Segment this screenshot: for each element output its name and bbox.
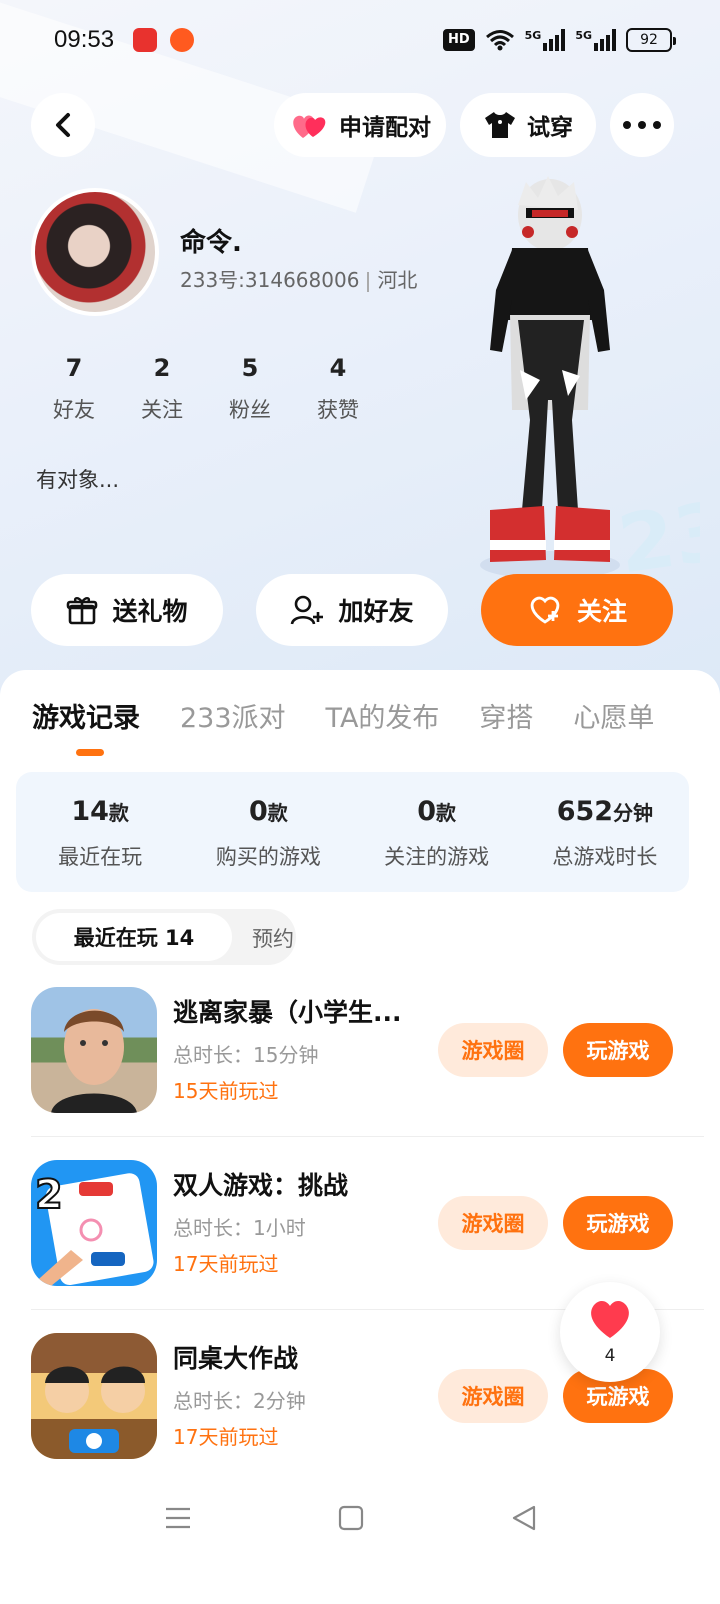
subtab-reserve[interactable]: 预约 — [252, 923, 294, 953]
follow-button[interactable]: 关注 — [481, 574, 673, 646]
tshirt-icon — [485, 112, 515, 138]
divider — [31, 1136, 704, 1137]
app-notification-icon-2 — [170, 28, 194, 52]
hd-icon: HD — [442, 29, 475, 51]
more-options-button[interactable] — [610, 93, 674, 157]
stat-friends[interactable]: 7 好友 — [30, 354, 118, 424]
tab-game-records[interactable]: 游戏记录 — [32, 696, 140, 735]
game-icon-escape — [31, 987, 157, 1113]
add-user-icon — [291, 595, 324, 625]
profile-bio: 有对象... — [36, 468, 120, 492]
app-notification-icon — [133, 28, 157, 52]
summary-total-time[interactable]: 652分钟 总游戏时长 — [521, 772, 689, 892]
stat-likes[interactable]: 4 获赞 — [294, 354, 382, 424]
more-dots-icon — [623, 121, 661, 129]
game-last-played: 17天前玩过 — [173, 1425, 279, 1449]
profile-stats: 7 好友 2 关注 5 粉丝 4 获赞 — [30, 354, 382, 424]
game-duration: 总时长：15分钟 — [173, 1043, 319, 1067]
stat-following[interactable]: 2 关注 — [118, 354, 206, 424]
game-list-item[interactable]: 2 双人游戏：挑战 总时长：1小时 17天前玩过 游戏圈 玩游戏 — [31, 1160, 673, 1286]
stat-fans[interactable]: 5 粉丝 — [206, 354, 294, 424]
like-count: 4 — [604, 1346, 616, 1366]
system-nav-bar — [0, 1490, 720, 1560]
profile-name: 命令. — [180, 228, 242, 258]
gift-icon — [67, 597, 98, 625]
tab-outfits[interactable]: 穿搭 — [479, 696, 533, 735]
avatar[interactable] — [31, 188, 159, 316]
game-title: 逃离家暴（小学生... — [173, 998, 402, 1027]
game-last-played: 15天前玩过 — [173, 1079, 279, 1103]
signal-bars-icon — [543, 29, 566, 51]
floating-like-button[interactable]: 4 — [560, 1282, 660, 1382]
profile-id-region: 233号:314668006 河北 — [180, 264, 417, 293]
heart-icon — [591, 1300, 629, 1338]
status-time: 09:53 — [54, 26, 115, 53]
menu-icon[interactable] — [164, 1504, 192, 1532]
tab-233-party[interactable]: 233派对 — [180, 696, 286, 735]
battery-icon: 92 — [626, 28, 676, 52]
double-heart-icon — [293, 115, 326, 138]
game-subtabs: 最近在玩 14 预约 — [32, 909, 296, 965]
game-summary: 14款 最近在玩 0款 购买的游戏 0款 关注的游戏 652分钟 总游戏时长 — [16, 772, 689, 892]
game-duration: 总时长：1小时 — [173, 1216, 306, 1240]
wifi-icon — [485, 30, 514, 51]
signal-2: 5G — [575, 29, 616, 51]
apply-pair-button[interactable]: 申请配对 — [274, 93, 446, 157]
avatar-character-figure[interactable]: 233 — [460, 170, 700, 590]
game-circle-button[interactable]: 游戏圈 — [438, 1023, 548, 1077]
tab-posts[interactable]: TA的发布 — [326, 696, 440, 735]
back-nav-icon[interactable] — [510, 1504, 538, 1532]
tab-wishlist[interactable]: 心愿单 — [573, 696, 654, 735]
game-title: 同桌大作战 — [173, 1344, 299, 1373]
game-icon-two-player: 2 — [31, 1160, 157, 1286]
chevron-left-icon — [56, 113, 70, 137]
game-last-played: 17天前玩过 — [173, 1252, 279, 1276]
game-circle-button[interactable]: 游戏圈 — [438, 1369, 548, 1423]
try-on-button[interactable]: 试穿 — [460, 93, 596, 157]
summary-purchased[interactable]: 0款 购买的游戏 — [184, 772, 352, 892]
game-circle-button[interactable]: 游戏圈 — [438, 1196, 548, 1250]
game-list-item[interactable]: 逃离家暴（小学生... 总时长：15分钟 15天前玩过 游戏圈 玩游戏 — [31, 987, 673, 1113]
signal-bars-icon — [594, 29, 616, 51]
profile-tabs: 游戏记录 233派对 TA的发布 穿搭 心愿单 — [32, 696, 654, 735]
add-friend-button[interactable]: 加好友 — [256, 574, 448, 646]
status-bar: 09:53 HD 5G 5G 92 — [0, 0, 720, 80]
send-gift-button[interactable]: 送礼物 — [31, 574, 223, 646]
profile-uid: 233号:314668006 — [180, 268, 360, 292]
back-button[interactable] — [31, 93, 95, 157]
home-icon[interactable] — [338, 1504, 364, 1532]
game-icon-desk-battle — [31, 1333, 157, 1459]
tab-indicator — [76, 749, 104, 756]
svg-text:2: 2 — [35, 1172, 63, 1218]
profile-region: 河北 — [377, 268, 418, 292]
subtab-recent[interactable]: 最近在玩 14 — [36, 913, 232, 961]
heart-plus-icon — [530, 596, 560, 624]
play-game-button[interactable]: 玩游戏 — [563, 1023, 673, 1077]
game-title: 双人游戏：挑战 — [173, 1171, 349, 1200]
play-game-button[interactable]: 玩游戏 — [563, 1196, 673, 1250]
game-duration: 总时长：2分钟 — [173, 1389, 306, 1413]
svg-text:233: 233 — [613, 476, 700, 590]
summary-recent[interactable]: 14款 最近在玩 — [16, 772, 184, 892]
signal-1: 5G — [525, 29, 566, 51]
summary-followed[interactable]: 0款 关注的游戏 — [353, 772, 521, 892]
